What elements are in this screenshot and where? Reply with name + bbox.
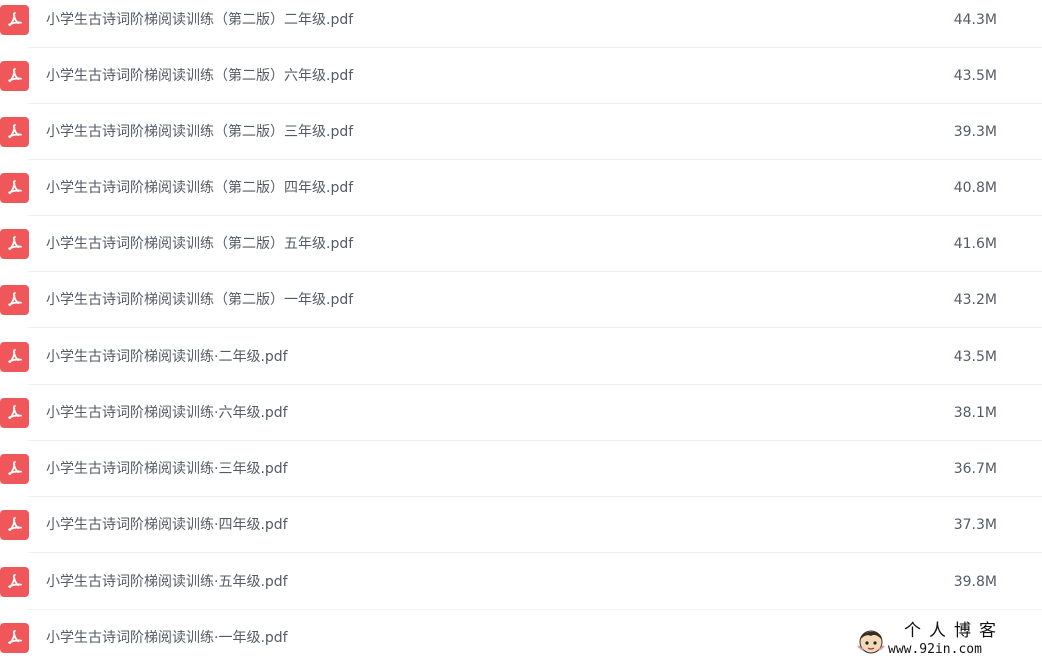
file-row[interactable]: 小学生古诗词阶梯阅读训练·二年级.pdf 43.5M [0,329,1042,385]
file-row[interactable]: 小学生古诗词阶梯阅读训练·四年级.pdf 37.3M [0,497,1042,553]
pdf-icon [0,229,29,259]
file-size: 37.3M [953,517,997,533]
file-size: 44.3M [953,12,997,28]
file-size: 39.8M [953,574,997,590]
file-name: 小学生古诗词阶梯阅读训练·三年级.pdf [46,461,288,477]
file-row[interactable]: 小学生古诗词阶梯阅读训练·三年级.pdf 36.7M [0,441,1042,497]
file-size: 43.5M [953,349,997,365]
file-name: 小学生古诗词阶梯阅读训练（第二版）六年级.pdf [46,68,354,84]
pdf-icon [0,5,29,35]
pdf-icon [0,342,29,372]
file-row[interactable]: 小学生古诗词阶梯阅读训练·五年级.pdf 39.8M [0,554,1042,610]
file-row[interactable]: 小学生古诗词阶梯阅读训练（第二版）一年级.pdf 43.2M [0,272,1042,328]
file-name: 小学生古诗词阶梯阅读训练·六年级.pdf [46,405,288,421]
file-row[interactable]: 小学生古诗词阶梯阅读训练（第二版）三年级.pdf 39.3M [0,104,1042,160]
row-divider [28,552,1042,553]
pdf-icon [0,117,29,147]
pdf-icon [0,61,29,91]
watermark-url: www.92in.com [888,642,982,657]
file-row[interactable]: 小学生古诗词阶梯阅读训练（第二版）二年级.pdf 44.3M [0,0,1042,48]
file-size: 39.3M [953,124,997,140]
pdf-icon [0,173,29,203]
file-name: 小学生古诗词阶梯阅读训练（第二版）三年级.pdf [46,124,354,140]
file-name: 小学生古诗词阶梯阅读训练（第二版）四年级.pdf [46,180,354,196]
cartoon-avatar-icon [854,624,888,658]
file-size: 43.2M [953,292,997,308]
file-name: 小学生古诗词阶梯阅读训练·一年级.pdf [46,630,288,646]
pdf-icon [0,510,29,540]
file-name: 小学生古诗词阶梯阅读训练（第二版）五年级.pdf [46,236,354,252]
file-row[interactable]: 小学生古诗词阶梯阅读训练·六年级.pdf 38.1M [0,385,1042,441]
file-size: 41.6M [953,236,997,252]
watermark: 个人博客 www.92in.com [844,621,1042,661]
file-size: 38.1M [953,405,997,421]
file-name: 小学生古诗词阶梯阅读训练·五年级.pdf [46,574,288,590]
file-name: 小学生古诗词阶梯阅读训练（第二版）一年级.pdf [46,292,354,308]
pdf-icon [0,285,29,315]
watermark-title: 个人博客 [904,621,1004,641]
file-size: 43.5M [953,68,997,84]
file-name: 小学生古诗词阶梯阅读训练·四年级.pdf [46,517,288,533]
file-size: 40.8M [953,180,997,196]
file-name: 小学生古诗词阶梯阅读训练·二年级.pdf [46,349,288,365]
pdf-icon [0,398,29,428]
file-size: 36.7M [953,461,997,477]
pdf-icon [0,454,29,484]
file-name: 小学生古诗词阶梯阅读训练（第二版）二年级.pdf [46,12,354,28]
file-list: 小学生古诗词阶梯阅读训练（第二版）二年级.pdf 44.3M 小学生古诗词阶梯阅… [0,0,1042,661]
file-row[interactable]: 小学生古诗词阶梯阅读训练（第二版）四年级.pdf 40.8M [0,160,1042,216]
pdf-icon [0,623,29,653]
file-row[interactable]: 小学生古诗词阶梯阅读训练（第二版）六年级.pdf 43.5M [0,48,1042,104]
row-divider [28,327,1042,328]
file-row[interactable]: 小学生古诗词阶梯阅读训练（第二版）五年级.pdf 41.6M [0,216,1042,272]
pdf-icon [0,567,29,597]
